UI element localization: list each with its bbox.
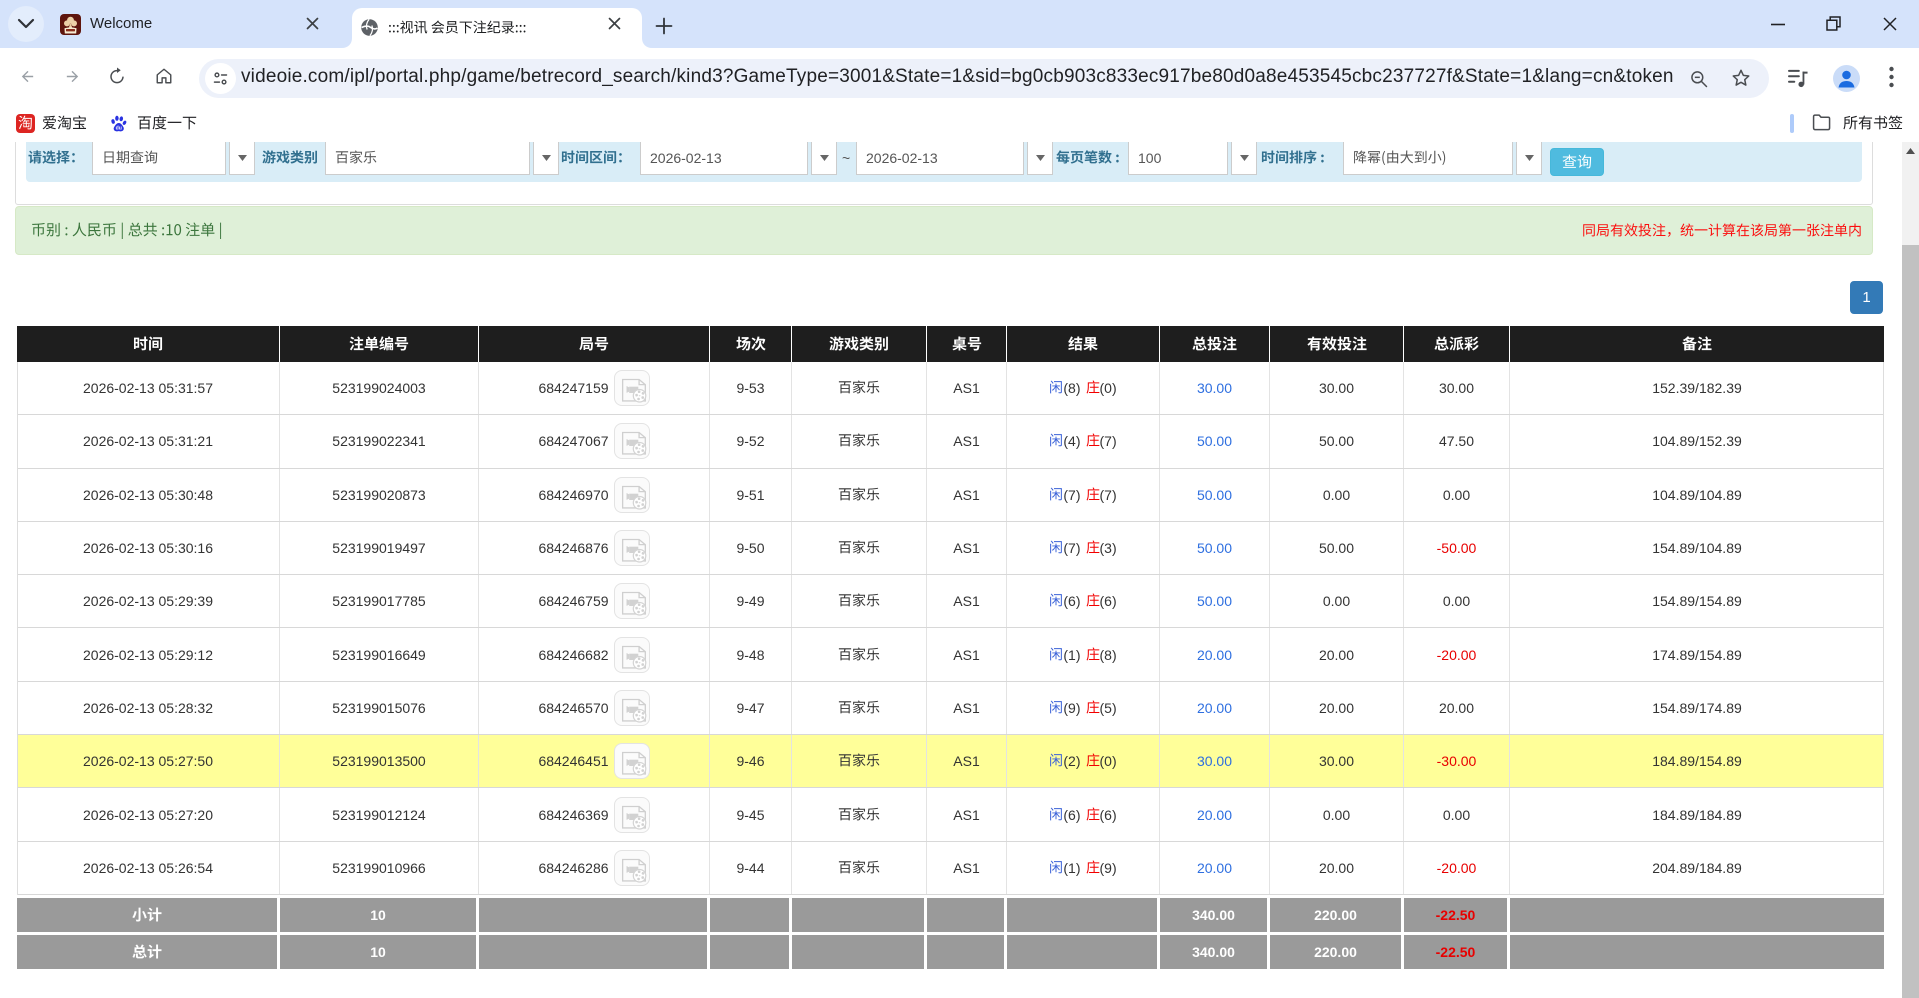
svg-text:du: du	[116, 126, 122, 132]
